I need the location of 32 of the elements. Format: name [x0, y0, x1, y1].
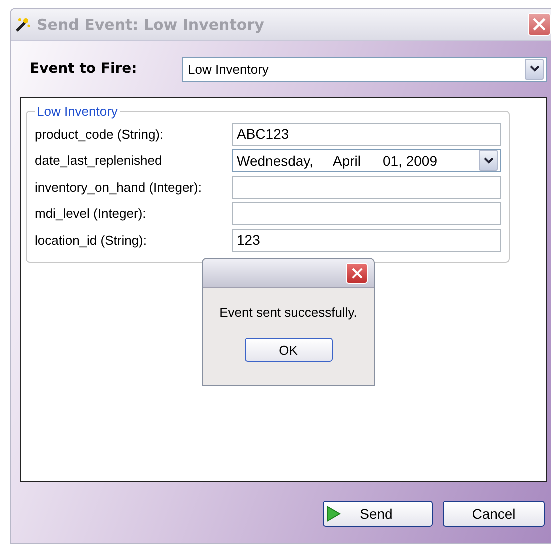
chevron-down-icon	[484, 156, 494, 165]
magic-wand-icon	[15, 16, 31, 32]
date-month: April	[333, 152, 362, 169]
message-text: Event sent successfully.	[220, 305, 358, 320]
field-label: inventory_on_hand (Integer):	[35, 180, 203, 195]
send-button[interactable]: Send	[323, 501, 433, 527]
date-day-year: 01, 2009	[383, 152, 438, 169]
event-dropdown[interactable]: Low Inventory	[182, 56, 547, 82]
dropdown-button[interactable]	[479, 150, 498, 172]
close-icon	[352, 268, 362, 278]
cancel-button[interactable]: Cancel	[443, 501, 545, 527]
date-weekday: Wednesday,	[237, 152, 315, 169]
dropdown-value: Low Inventory	[188, 62, 269, 76]
field-label: location_id (String):	[35, 232, 148, 248]
close-button[interactable]	[346, 262, 368, 284]
close-button[interactable]	[528, 13, 551, 36]
chevron-down-icon	[530, 65, 540, 73]
field-label: date_last_replenished	[35, 153, 164, 168]
group-title: Low Inventory	[36, 104, 119, 119]
field-label: mdi_level (Integer):	[35, 206, 148, 222]
dropdown-button[interactable]	[525, 58, 544, 80]
field-label: product_code (String):	[35, 126, 165, 142]
input-field[interactable]: ABC123	[232, 122, 501, 146]
play-icon	[327, 506, 341, 522]
ok-button[interactable]: OK	[244, 338, 332, 362]
window-title: Send Event: Low Inventory	[37, 16, 266, 34]
date-picker[interactable]: Wednesday, April 01, 2009	[232, 149, 501, 172]
input-field[interactable]	[232, 176, 501, 199]
event-label: Event to Fire:	[30, 61, 138, 77]
input-field[interactable]	[232, 202, 501, 226]
input-field[interactable]: 123	[232, 228, 501, 252]
close-icon	[533, 18, 546, 31]
